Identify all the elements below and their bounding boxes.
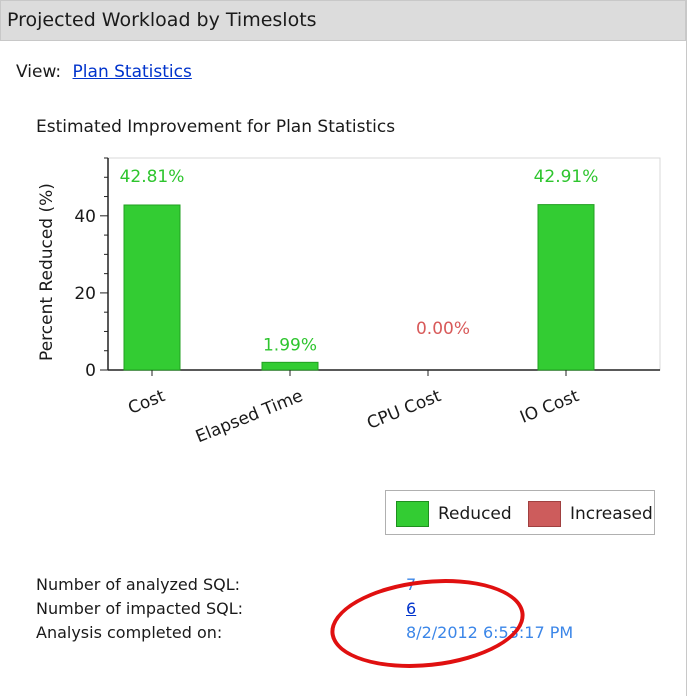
bar-cost [123,204,181,371]
category-label: IO Cost [517,386,582,428]
bar-io-cost [537,204,595,371]
data-label: 42.81% [120,167,185,187]
view-plan-statistics-link[interactable]: Plan Statistics [73,62,192,82]
category-label: CPU Cost [364,386,444,434]
stat-label-completed: Analysis completed on: [36,623,223,642]
panel-header: Projected Workload by Timeslots [0,0,686,41]
view-selector: View: Plan Statistics [16,62,192,82]
category-label: Cost [125,386,168,419]
legend-swatch-reduced [396,501,429,527]
legend-swatch-increased [528,501,561,527]
data-label: 42.91% [534,167,599,187]
legend-label-reduced: Reduced [438,504,512,524]
chart-legend: Reduced Increased [385,490,655,535]
data-label: 0.00% [416,319,470,339]
legend-label-increased: Increased [570,504,653,524]
highlight-annotation-oval [325,570,530,677]
stat-label-impacted: Number of impacted SQL: [36,599,244,618]
stat-label-analyzed: Number of analyzed SQL: [36,575,241,594]
y-tick-label: 20 [74,284,96,304]
y-axis-label: Percent Reduced (%) [37,183,57,361]
category-label: Elapsed Time [193,386,306,447]
y-tick-label: 40 [74,207,96,227]
improvement-bar-chart: 0 20 40 Percent Reduced (%) 42.81% Cost 1.99% E… [37,157,661,447]
bar-elapsed-time [261,361,319,371]
analysis-summary: Number of analyzed SQL: 7 Number of impa… [36,575,573,647]
chart-title: Estimated Improvement for Plan Statistic… [36,117,396,137]
stat-row-completed: Analysis completed on: 8/2/2012 6:53:17 … [36,623,573,647]
data-label: 1.99% [263,335,317,355]
view-label: View: [16,62,62,82]
y-tick-label: 0 [85,361,96,381]
stat-row-impacted: Number of impacted SQL: 6 [36,599,416,623]
stat-row-analyzed: Number of analyzed SQL: 7 [36,575,416,599]
panel-title: Projected Workload by Timeslots [7,9,317,31]
